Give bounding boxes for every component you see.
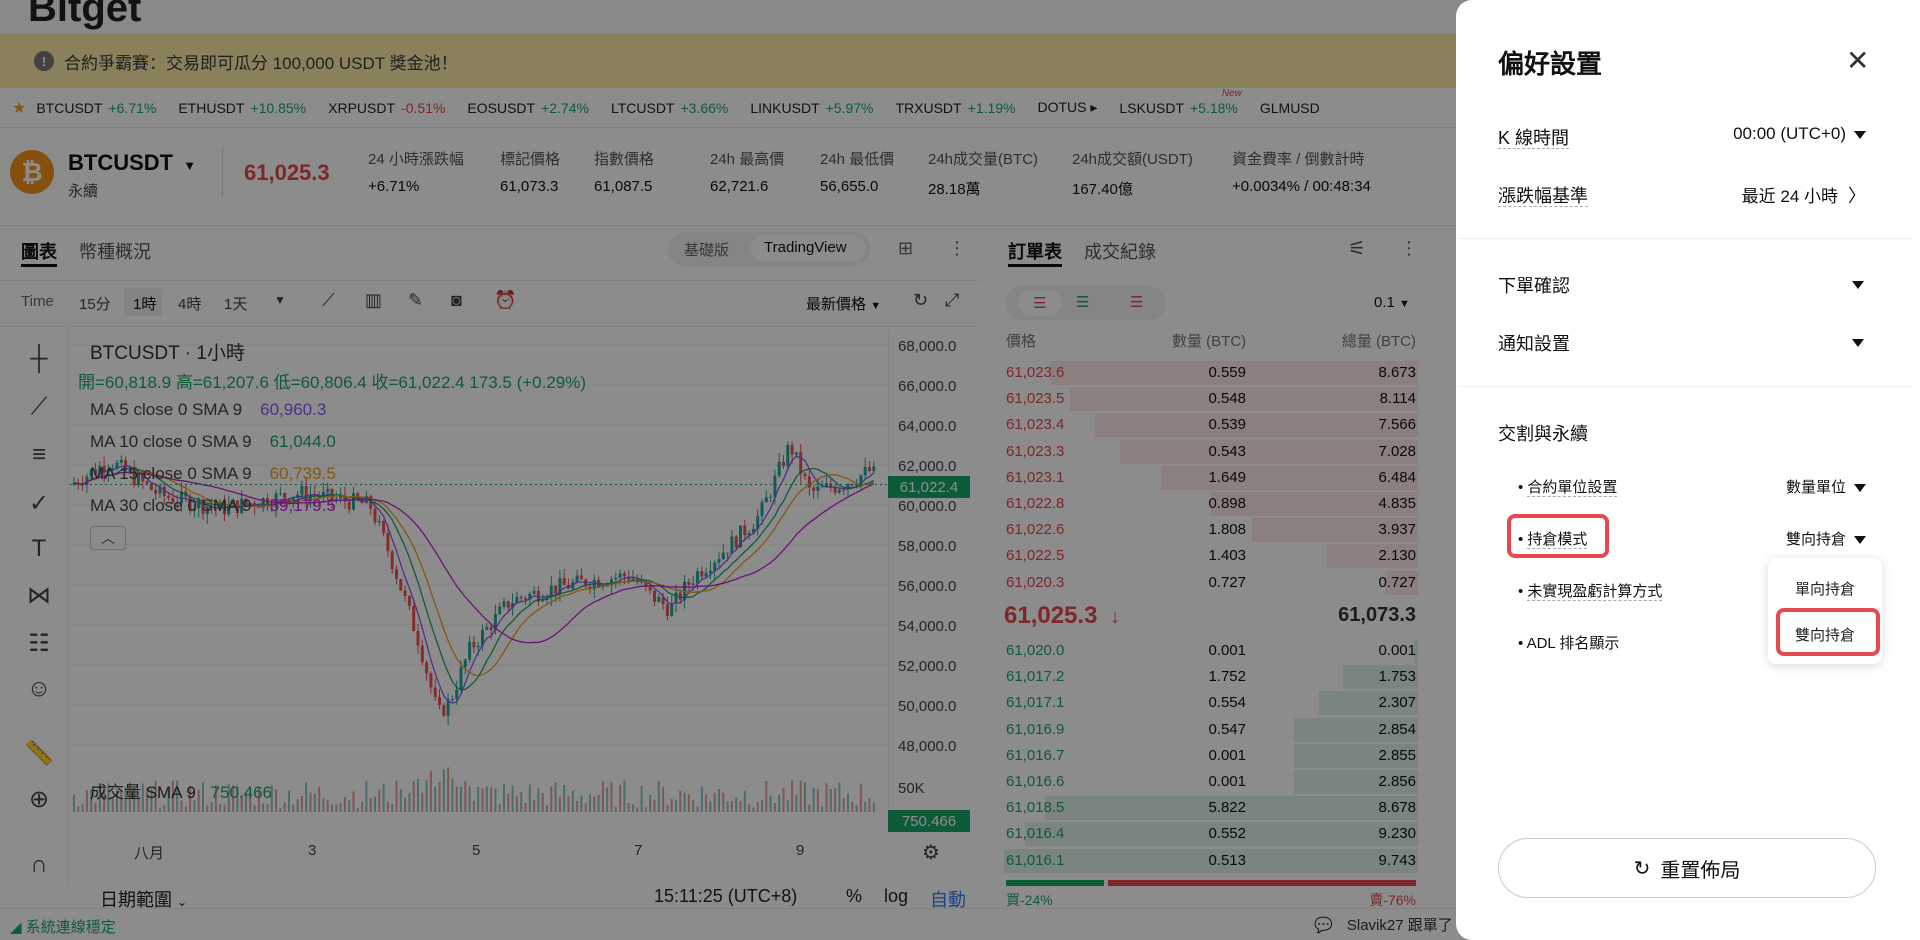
caret-down-icon[interactable]	[1852, 334, 1864, 347]
contract-unit-value: 數量單位	[1785, 479, 1846, 496]
position-mode-text: 持倉模式	[1527, 531, 1588, 549]
notify-settings-row[interactable]: 通知設置	[1498, 330, 1570, 356]
kline-time-value: 00:00 (UTC+0)	[1733, 124, 1846, 143]
caret-down-icon	[1854, 484, 1866, 493]
change-basis-value: 最近 24 小時	[1741, 187, 1838, 206]
reset-layout-button[interactable]: ↻ 重置佈局	[1498, 838, 1876, 898]
caret-down-icon	[1854, 536, 1866, 545]
kline-time-text: K 線時間	[1498, 128, 1570, 149]
caret-down-icon[interactable]	[1852, 276, 1864, 289]
change-basis-select[interactable]: 最近 24 小時〉	[1660, 182, 1866, 208]
unrealized-pnl-label: • 未實現盈虧計算方式	[1518, 583, 1663, 601]
unrealized-pnl-text: 未實現盈虧計算方式	[1527, 583, 1663, 601]
reset-layout-label: 重置佈局	[1660, 859, 1741, 882]
change-basis-label: 漲跌幅基準	[1498, 182, 1588, 208]
change-basis-text: 漲跌幅基準	[1498, 186, 1588, 207]
contract-unit-select[interactable]: 數量單位	[1760, 476, 1866, 497]
option-one-way[interactable]: 單向持倉	[1768, 578, 1882, 599]
position-mode-label: • 持倉模式	[1518, 531, 1588, 549]
contract-unit-text: 合約單位設置	[1527, 479, 1618, 497]
caret-down-icon	[1854, 130, 1866, 139]
drawer-title: 偏好設置	[1498, 49, 1603, 79]
kline-time-select[interactable]: 00:00 (UTC+0)	[1660, 124, 1866, 144]
refresh-icon: ↻	[1633, 857, 1651, 880]
adl-rank-label: • ADL 排名顯示	[1518, 635, 1620, 652]
order-confirm-row[interactable]: 下單確認	[1498, 272, 1570, 298]
chevron-right-icon: 〉	[1848, 186, 1866, 206]
contract-unit-label: • 合約單位設置	[1518, 479, 1618, 497]
kline-time-label: K 線時間	[1498, 124, 1570, 150]
position-mode-select[interactable]: 雙向持倉	[1760, 528, 1866, 549]
position-mode-value: 雙向持倉	[1785, 531, 1846, 548]
close-icon[interactable]: ✕	[1846, 46, 1869, 76]
option-hedge[interactable]: 雙向持倉	[1768, 624, 1882, 645]
section-title: 交割與永續	[1498, 424, 1588, 444]
divider	[1458, 386, 1912, 387]
divider	[1458, 238, 1912, 239]
adl-rank-text: ADL 排名顯示	[1526, 635, 1620, 652]
